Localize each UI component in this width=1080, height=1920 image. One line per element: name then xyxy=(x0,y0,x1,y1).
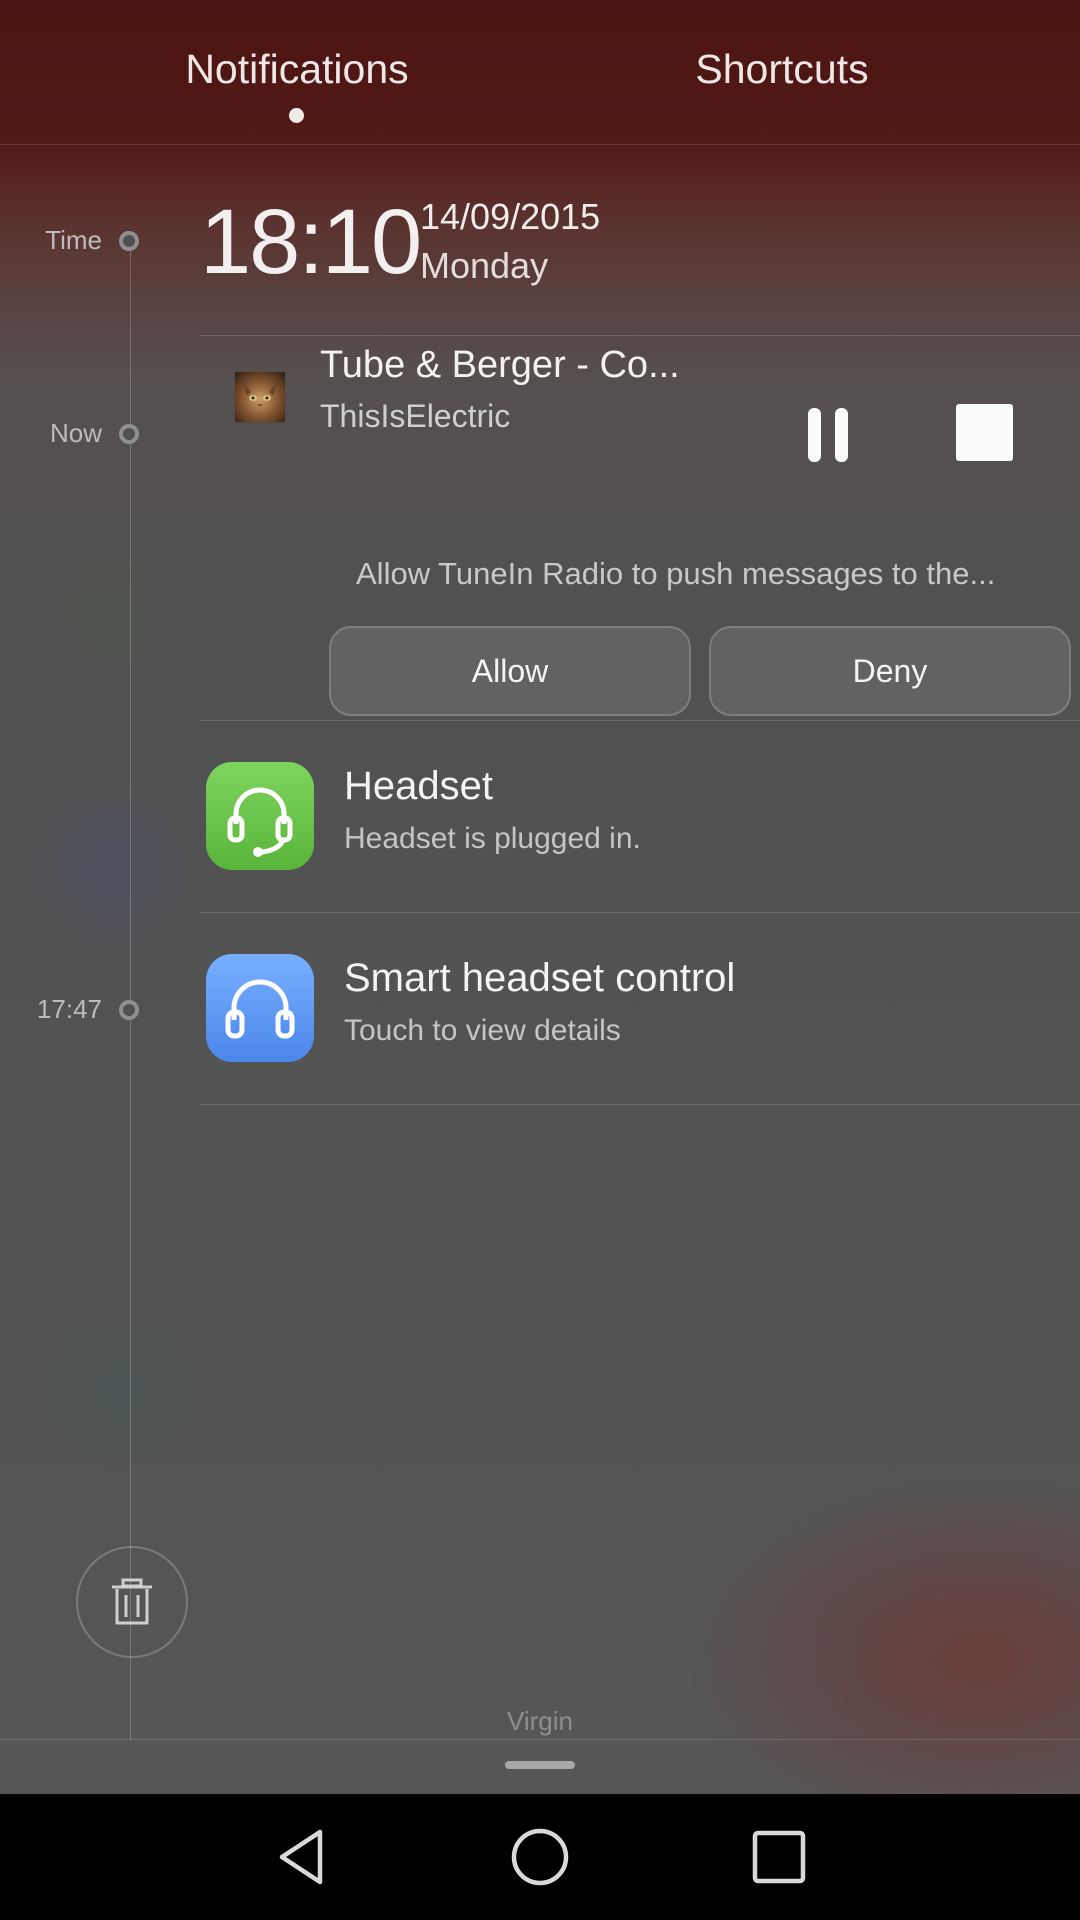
timeline-node-now xyxy=(119,424,139,444)
home-icon xyxy=(511,1828,569,1886)
divider xyxy=(0,1739,1080,1740)
divider xyxy=(200,335,1080,336)
allow-button[interactable]: Allow xyxy=(329,626,691,716)
recent-apps-button[interactable] xyxy=(746,1824,812,1890)
headphones-icon xyxy=(225,979,295,1039)
pause-icon-bar xyxy=(835,408,848,462)
clock-time: 18:10 xyxy=(200,191,422,293)
active-tab-indicator xyxy=(289,108,304,123)
tab-notifications[interactable]: Notifications xyxy=(97,46,497,98)
permission-message: Allow TuneIn Radio to push messages to t… xyxy=(356,556,996,591)
timeline-line xyxy=(130,240,131,1740)
notification-title: Headset xyxy=(344,764,493,808)
clock-day: Monday xyxy=(420,245,549,286)
clear-all-button[interactable] xyxy=(76,1546,188,1658)
smart-headset-app-icon xyxy=(206,954,314,1062)
navigation-bar xyxy=(0,1794,1080,1920)
timeline-node-earlier xyxy=(119,1000,139,1020)
stop-button[interactable] xyxy=(956,404,1013,461)
trash-icon xyxy=(112,1578,152,1625)
timeline-label-now: Now xyxy=(49,418,102,448)
drag-handle[interactable] xyxy=(505,1761,575,1769)
notification-title: Smart headset control xyxy=(344,956,736,1000)
clock-date: 14/09/2015 xyxy=(420,196,601,237)
timeline-label-earlier: 17:47 xyxy=(36,994,102,1024)
media-title[interactable]: Tube & Berger - Co... xyxy=(320,344,720,387)
home-button[interactable] xyxy=(507,1824,573,1890)
headset-app-icon xyxy=(206,762,314,870)
pause-icon xyxy=(808,408,821,462)
deny-button[interactable]: Deny xyxy=(709,626,1071,716)
headset-icon xyxy=(227,787,293,857)
media-artist: ThisIsElectric xyxy=(320,398,511,434)
cat-album-icon xyxy=(243,382,277,407)
divider xyxy=(200,720,1080,721)
timeline-label-time: Time xyxy=(45,225,102,255)
pause-button[interactable] xyxy=(800,400,856,470)
notification-subtitle: Touch to view details xyxy=(344,1014,621,1047)
divider xyxy=(200,912,1080,913)
tab-shortcuts[interactable]: Shortcuts xyxy=(582,46,982,98)
album-art xyxy=(235,372,285,422)
notification-subtitle: Headset is plugged in. xyxy=(344,822,641,855)
carrier-name: Virgin xyxy=(506,1706,573,1736)
recent-apps-icon xyxy=(752,1830,806,1884)
divider xyxy=(200,1104,1080,1105)
back-icon xyxy=(279,1829,323,1885)
tab-bar: Notifications Shortcuts xyxy=(0,0,1080,145)
back-button[interactable] xyxy=(270,1824,336,1890)
timeline-node-time xyxy=(119,231,139,251)
